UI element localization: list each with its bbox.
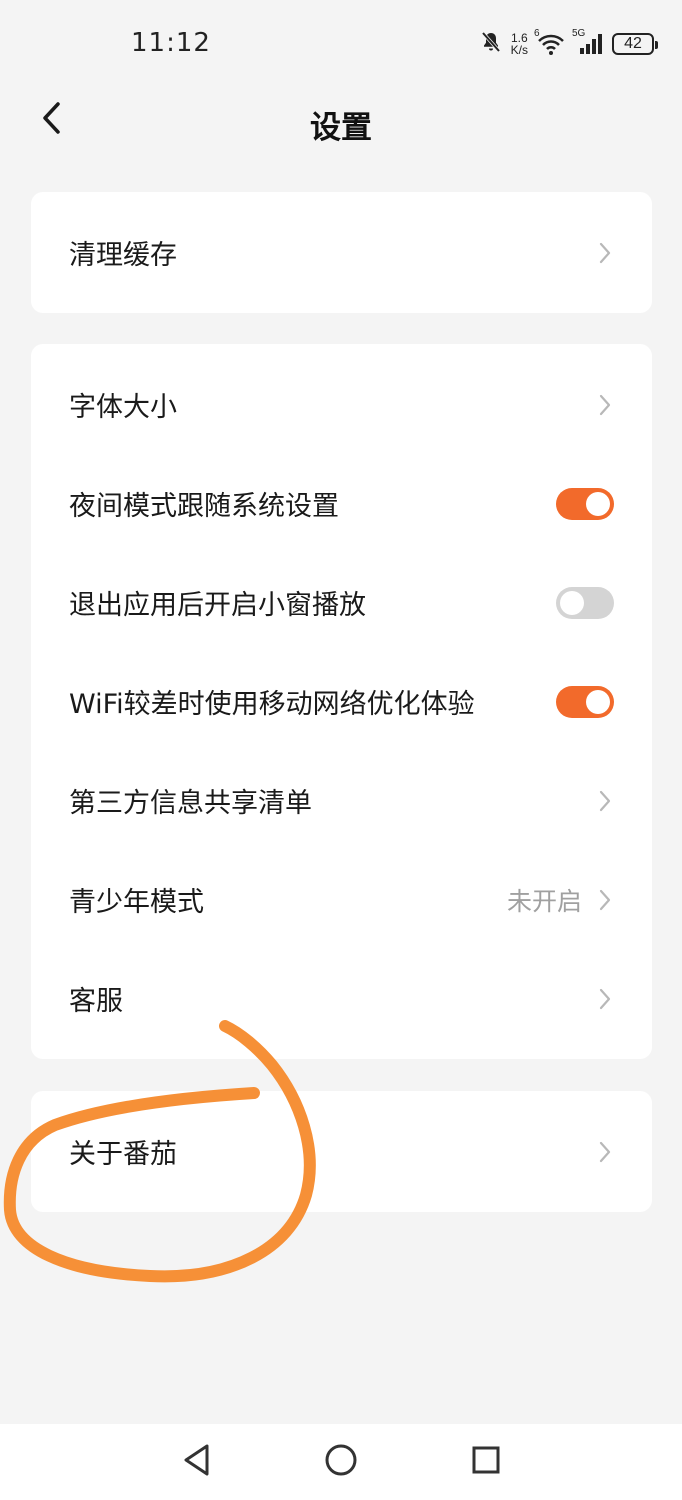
square-recents-icon — [469, 1443, 503, 1481]
system-nav-bar — [0, 1424, 682, 1500]
status-bar: 11:12 1.6 K/s 6 5G 42 — [0, 0, 682, 88]
wifi-optimize-row: WiFi较差时使用移动网络优化体验 — [31, 652, 652, 751]
clear-cache-label: 清理缓存 — [69, 240, 177, 271]
nav-back-button[interactable] — [174, 1440, 218, 1484]
wifi-icon: 6 — [534, 28, 566, 56]
page-title: 设置 — [310, 110, 372, 146]
night-mode-row: 夜间模式跟随系统设置 — [31, 454, 652, 553]
chevron-right-icon — [596, 885, 614, 915]
youth-mode-label: 青少年模式 — [69, 887, 204, 918]
font-size-row[interactable]: 字体大小 — [31, 355, 652, 454]
header: 设置 — [0, 88, 682, 160]
third-party-row[interactable]: 第三方信息共享清单 — [31, 751, 652, 850]
net-speed-unit: K/s — [510, 43, 528, 57]
font-size-label: 字体大小 — [69, 392, 177, 423]
chevron-right-icon — [596, 238, 614, 268]
chevron-right-icon — [596, 390, 614, 420]
circle-home-icon — [323, 1442, 359, 1482]
customer-service-row[interactable]: 客服 — [31, 949, 652, 1048]
battery-indicator: 42 — [612, 33, 658, 55]
youth-mode-row[interactable]: 青少年模式 未开启 — [31, 850, 652, 949]
customer-service-label: 客服 — [69, 986, 123, 1017]
night-mode-toggle[interactable] — [556, 487, 614, 520]
triangle-back-icon — [180, 1442, 212, 1482]
night-mode-label: 夜间模式跟随系统设置 — [69, 491, 339, 522]
chevron-right-icon — [596, 984, 614, 1014]
toggle-knob — [586, 689, 610, 714]
chevron-right-icon — [596, 1137, 614, 1167]
nav-home-button[interactable] — [319, 1440, 363, 1484]
toggle-knob — [586, 491, 610, 516]
third-party-label: 第三方信息共享清单 — [69, 788, 312, 819]
nav-recents-button[interactable] — [464, 1440, 508, 1484]
net-speed: 1.6 K/s — [511, 32, 528, 56]
cache-card: 清理缓存 — [31, 192, 652, 313]
settings-screen: 11:12 1.6 K/s 6 5G 42 设置 清理缓存 字体大小 夜间模式跟… — [0, 0, 682, 1500]
about-card: 关于番茄 — [31, 1091, 652, 1212]
toggle-knob — [560, 590, 584, 615]
mini-window-toggle[interactable] — [556, 586, 614, 619]
signal-icon: 5G — [572, 28, 604, 56]
mini-window-label: 退出应用后开启小窗播放 — [69, 590, 366, 621]
wifi-optimize-label: WiFi较差时使用移动网络优化体验 — [69, 689, 475, 720]
status-time: 11:12 — [131, 28, 211, 58]
bell-off-icon — [479, 30, 503, 58]
status-icons: 1.6 K/s 6 5G 42 — [479, 28, 658, 60]
youth-mode-status: 未开启 — [506, 886, 582, 916]
settings-card: 字体大小 夜间模式跟随系统设置 退出应用后开启小窗播放 WiFi较差时使用移动网… — [31, 344, 652, 1059]
chevron-right-icon — [596, 786, 614, 816]
clear-cache-row[interactable]: 清理缓存 — [31, 192, 652, 313]
about-label: 关于番茄 — [69, 1139, 177, 1170]
about-row[interactable]: 关于番茄 — [31, 1091, 652, 1212]
mini-window-row: 退出应用后开启小窗播放 — [31, 553, 652, 652]
wifi-optimize-toggle[interactable] — [556, 685, 614, 718]
